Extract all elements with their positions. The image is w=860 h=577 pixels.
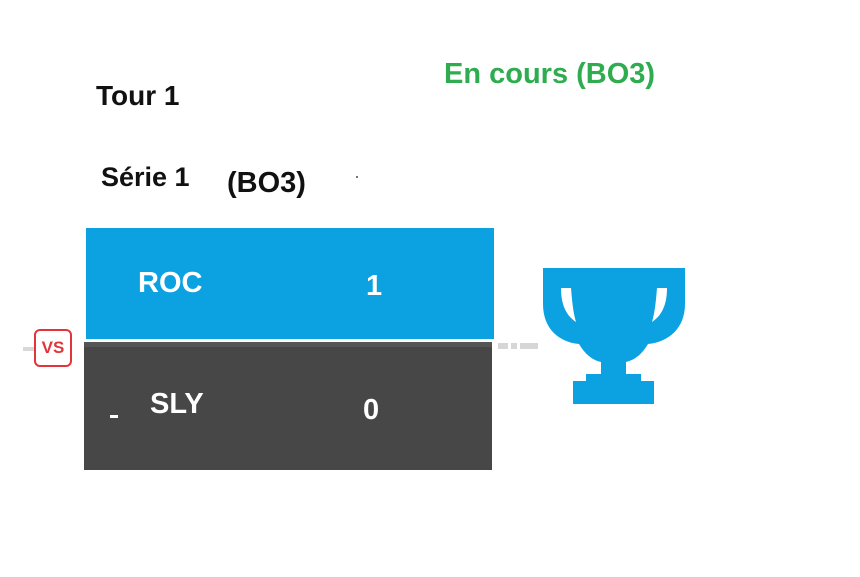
match-status: En cours (BO3) [444, 58, 656, 90]
dash-mark [110, 415, 118, 418]
team-score: 0 [363, 394, 380, 426]
trophy-icon [543, 268, 685, 404]
series-format: (BO3) [227, 167, 306, 199]
team-row-roc[interactable]: ROC 1 [86, 228, 494, 339]
round-title: Tour 1 [96, 80, 180, 111]
team-score: 1 [366, 270, 383, 302]
team-row-sly[interactable]: SLY 0 [84, 342, 492, 470]
series-title: Série 1 [101, 162, 190, 192]
team-name: ROC [138, 267, 203, 299]
decorative-dot [356, 176, 358, 178]
team-name: SLY [150, 388, 204, 420]
vs-badge: VS [34, 329, 72, 367]
bracket-connector-line [498, 340, 540, 350]
